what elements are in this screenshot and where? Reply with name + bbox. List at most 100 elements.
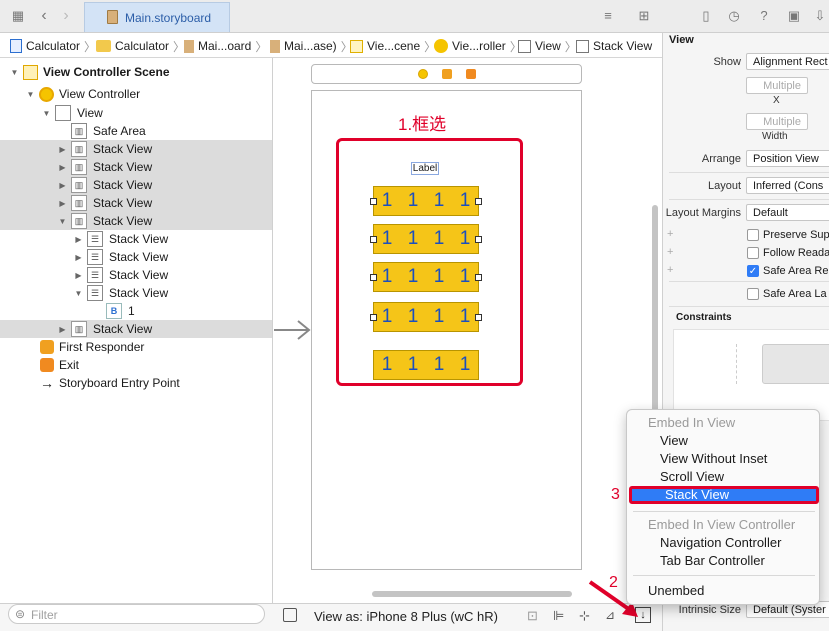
outline-row-stack-view[interactable]: ▶ ▥ Stack View: [0, 176, 272, 194]
tab-main-storyboard[interactable]: Main.storyboard: [84, 2, 230, 32]
x-field[interactable]: Multiple: [746, 77, 808, 94]
resize-handle[interactable]: [475, 314, 482, 321]
disclosure-closed-icon[interactable]: ▶: [58, 181, 67, 190]
outline-row-stack-view[interactable]: ▶ ☰ Stack View: [0, 230, 272, 248]
align-icon[interactable]: ⊫: [553, 608, 564, 624]
forward-arrow-icon[interactable]: ›: [58, 8, 74, 24]
breadcrumb-item[interactable]: Mai...ase) 〉: [270, 38, 353, 54]
layout-select[interactable]: Inferred (Cons: [746, 177, 829, 194]
resize-handle[interactable]: [475, 236, 482, 243]
disclosure-closed-icon[interactable]: ▶: [74, 235, 83, 244]
safe-area-layout-checkbox[interactable]: [747, 288, 759, 300]
disclosure-closed-icon[interactable]: ▶: [58, 145, 67, 154]
outline-row-stack-view[interactable]: ▶ ▥ Stack View: [0, 158, 272, 176]
outline-row-exit[interactable]: Exit: [0, 356, 272, 374]
first-responder-icon[interactable]: [442, 69, 452, 79]
disclosure-closed-icon[interactable]: ▶: [74, 253, 83, 262]
disclosure-closed-icon[interactable]: ▶: [74, 271, 83, 280]
outline-row-stack-view[interactable]: ▶ ☰ Stack View: [0, 266, 272, 284]
add-editor-icon[interactable]: ⊞: [636, 8, 652, 24]
outline-row-stack-view[interactable]: ▶ ☰ Stack View: [0, 248, 272, 266]
plus-icon[interactable]: +: [667, 228, 673, 240]
plus-icon[interactable]: +: [667, 264, 673, 276]
resize-handle[interactable]: [475, 198, 482, 205]
outline-row-stack-view[interactable]: ▶ ▥ Stack View: [0, 194, 272, 212]
identity-icon[interactable]: ▣: [786, 8, 802, 24]
storyboard-file-icon: [184, 39, 194, 53]
width-field[interactable]: Multiple: [746, 113, 808, 130]
breadcrumb-item[interactable]: Calculator 〉: [10, 38, 96, 54]
outline-row-stack-view[interactable]: ▼ ▥ Stack View: [0, 212, 272, 230]
safe-area-checkbox[interactable]: ✓: [747, 265, 759, 277]
disclosure-closed-icon[interactable]: ▶: [58, 325, 67, 334]
breadcrumb-item[interactable]: Calculator 〉: [96, 38, 185, 54]
outline-row-stack-view[interactable]: ▶ ▥ Stack View: [0, 320, 272, 338]
margins-select[interactable]: Default: [746, 204, 829, 221]
resize-handle[interactable]: [475, 274, 482, 281]
menu-item-tab-bar-controller[interactable]: Tab Bar Controller: [627, 552, 819, 570]
breadcrumb-item[interactable]: Mai...oard 〉: [184, 38, 267, 54]
disclosure-open-icon[interactable]: ▼: [10, 68, 19, 77]
follow-checkbox[interactable]: [747, 247, 759, 259]
outline-row-stack-view[interactable]: ▼ ☰ Stack View: [0, 284, 272, 302]
horizontal-scrollbar[interactable]: [372, 591, 572, 597]
disclosure-closed-icon[interactable]: ▶: [58, 199, 67, 208]
outline-row-label[interactable]: B1: [0, 302, 272, 320]
breadcrumb-item[interactable]: Vie...roller 〉: [434, 38, 522, 54]
lines-icon[interactable]: ≡: [600, 8, 616, 24]
outline-row-safe-area[interactable]: ▥ Safe Area: [0, 122, 272, 140]
exit-icon[interactable]: [466, 69, 476, 79]
label-view[interactable]: Label: [411, 162, 439, 175]
disclosure-open-icon[interactable]: ▼: [26, 90, 35, 99]
outline-row-view[interactable]: ▼ View: [0, 104, 272, 122]
show-select[interactable]: Alignment Rect: [746, 53, 829, 70]
resize-handle[interactable]: [370, 198, 377, 205]
vertical-scrollbar[interactable]: [652, 205, 658, 415]
breadcrumb-item[interactable]: View 〉: [518, 38, 577, 54]
button-label: 1: [407, 190, 419, 211]
intrinsic-label: Intrinsic Size: [678, 604, 741, 616]
stack-view-row[interactable]: 1111: [373, 224, 479, 254]
history-icon[interactable]: ◷: [726, 8, 742, 24]
disclosure-open-icon[interactable]: ▼: [74, 289, 83, 298]
menu-item-unembed[interactable]: Unembed: [627, 582, 819, 600]
tab-label: Main.storyboard: [125, 11, 212, 25]
outline-row-entry-point[interactable]: → Storyboard Entry Point: [0, 374, 272, 392]
stack-view-row[interactable]: 1111: [373, 186, 479, 216]
filter-placeholder: Filter: [31, 608, 58, 622]
back-arrow-icon[interactable]: ‹: [36, 8, 52, 24]
preserve-checkbox[interactable]: [747, 229, 759, 241]
disclosure-open-icon[interactable]: ▼: [58, 217, 67, 226]
arrange-select[interactable]: Position View: [746, 150, 829, 167]
menu-item-view[interactable]: View: [627, 432, 819, 450]
filter-input[interactable]: ⊜ Filter: [8, 604, 265, 624]
outline-row-controller[interactable]: ▼ View Controller: [0, 85, 272, 103]
outline-row-first-responder[interactable]: First Responder: [0, 338, 272, 356]
menu-item-view-without-inset[interactable]: View Without Inset: [627, 450, 819, 468]
resize-handle[interactable]: [370, 274, 377, 281]
update-frames-icon[interactable]: ⊡: [527, 608, 538, 624]
view-as-device[interactable]: View as: iPhone 8 Plus (wC hR): [314, 609, 498, 624]
disclosure-open-icon[interactable]: ▼: [42, 109, 51, 118]
help-icon[interactable]: ?: [756, 8, 772, 24]
outline-row-scene[interactable]: ▼ View Controller Scene: [0, 63, 272, 81]
breadcrumb-item[interactable]: Vie...cene 〉: [350, 38, 436, 54]
disclosure-closed-icon[interactable]: ▶: [58, 163, 67, 172]
grid-icon[interactable]: ▦: [10, 8, 26, 24]
menu-item-stack-view[interactable]: Stack View: [629, 486, 819, 504]
resize-handle[interactable]: [370, 236, 377, 243]
breadcrumb-item[interactable]: Stack View: [576, 38, 652, 54]
sidebar-toggle-icon[interactable]: [283, 608, 297, 622]
menu-item-navigation-controller[interactable]: Navigation Controller: [627, 534, 819, 552]
stack-view-row[interactable]: 1111: [373, 350, 479, 380]
plus-icon[interactable]: +: [667, 246, 673, 258]
scene-dock[interactable]: [311, 64, 582, 84]
attributes-icon[interactable]: ⇩: [812, 8, 828, 24]
outline-row-stack-view[interactable]: ▶ ▥ Stack View: [0, 140, 272, 158]
stack-view-row[interactable]: 1111: [373, 262, 479, 292]
menu-item-scroll-view[interactable]: Scroll View: [627, 468, 819, 486]
file-inspector-icon[interactable]: ▯: [698, 8, 714, 24]
view-controller-icon[interactable]: [418, 69, 428, 79]
stack-view-row[interactable]: 1111: [373, 302, 479, 332]
resize-handle[interactable]: [370, 314, 377, 321]
